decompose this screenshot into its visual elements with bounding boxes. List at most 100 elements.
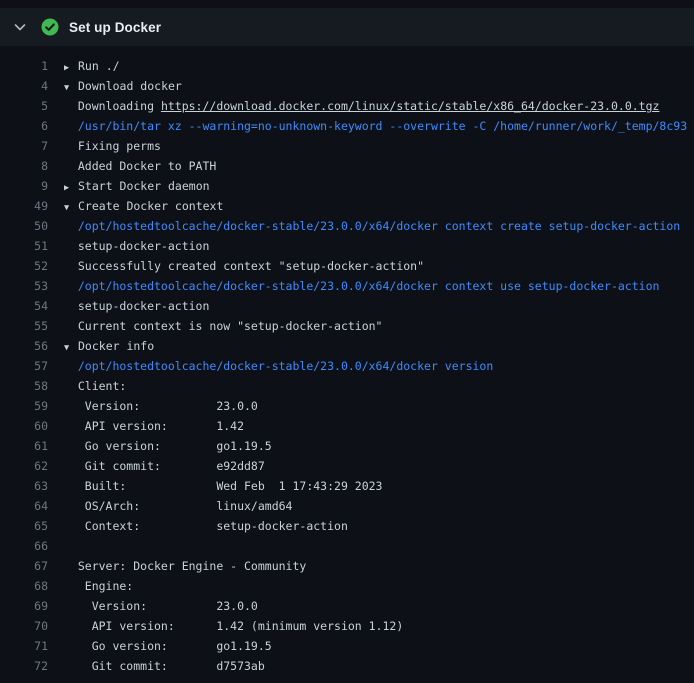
log-line: 1 ▶Run ./ [0, 56, 694, 76]
log-text: setup-docker-action [64, 296, 694, 316]
log-text: Successfully created context "setup-dock… [64, 256, 694, 276]
line-number[interactable]: 61 [0, 436, 48, 456]
log-text-segment: API version: 1.42 (minimum version 1.12) [64, 619, 403, 633]
log-text-segment: setup-docker-action [64, 299, 209, 313]
log-text-segment: Added Docker to PATH [64, 159, 216, 173]
log-text-segment: Download docker [78, 79, 182, 93]
log-text-segment: Built: Wed Feb 1 17:43:29 2023 [64, 479, 383, 493]
line-number[interactable]: 67 [0, 556, 48, 576]
command-text: /usr/bin/tar xz --warning=no-unknown-key… [64, 119, 687, 133]
log-group-toggle[interactable]: ▼Download docker [64, 76, 694, 96]
log-line: 65 Context: setup-docker-action [0, 516, 694, 536]
check-circle-icon [41, 18, 59, 36]
command-text: /opt/hostedtoolcache/docker-stable/23.0.… [64, 279, 659, 293]
log-text: setup-docker-action [64, 236, 694, 256]
line-number[interactable]: 63 [0, 476, 48, 496]
line-number[interactable]: 8 [0, 156, 48, 176]
line-number[interactable]: 51 [0, 236, 48, 256]
line-number[interactable]: 65 [0, 516, 48, 536]
group-arrow-icon[interactable]: ▼ [64, 78, 78, 96]
log-text-segment: Fixing perms [64, 139, 161, 153]
log-line: 55 Current context is now "setup-docker-… [0, 316, 694, 336]
line-number[interactable]: 66 [0, 536, 48, 556]
line-number[interactable]: 69 [0, 596, 48, 616]
log-group-toggle[interactable]: ▶Run ./ [64, 56, 694, 76]
line-number[interactable]: 49 [0, 196, 48, 216]
line-number[interactable]: 9 [0, 176, 48, 196]
group-arrow-icon[interactable]: ▼ [64, 338, 78, 356]
command-text: /opt/hostedtoolcache/docker-stable/23.0.… [64, 359, 493, 373]
group-arrow-icon[interactable]: ▶ [64, 58, 78, 76]
log-text: Downloading https://download.docker.com/… [64, 96, 694, 116]
log-text: Engine: [64, 576, 694, 596]
log-line: 66 [0, 536, 694, 556]
log-text: Go version: go1.19.5 [64, 436, 694, 456]
line-number[interactable]: 52 [0, 256, 48, 276]
line-number[interactable]: 71 [0, 636, 48, 656]
log-line: 63 Built: Wed Feb 1 17:43:29 2023 [0, 476, 694, 496]
log-text-segment: Successfully created context "setup-dock… [64, 259, 424, 273]
log-line: 68 Engine: [0, 576, 694, 596]
log-text-segment: Git commit: d7573ab [64, 659, 265, 673]
log-text: Context: setup-docker-action [64, 516, 694, 536]
log-link[interactable]: https://download.docker.com/linux/static… [161, 99, 660, 113]
log-text: Client: [64, 376, 694, 396]
log-line: 5 Downloading https://download.docker.co… [0, 96, 694, 116]
line-number[interactable]: 68 [0, 576, 48, 596]
log-text: Go version: go1.19.5 [64, 636, 694, 656]
line-number[interactable]: 6 [0, 116, 48, 136]
log-text-segment: Start Docker daemon [78, 179, 210, 193]
line-number[interactable]: 5 [0, 96, 48, 116]
command-text: /opt/hostedtoolcache/docker-stable/23.0.… [64, 219, 680, 233]
chevron-down-icon[interactable] [12, 19, 28, 35]
log-text-segment: Server: Docker Engine - Community [64, 559, 306, 573]
line-number[interactable]: 54 [0, 296, 48, 316]
line-number[interactable]: 60 [0, 416, 48, 436]
line-number[interactable]: 4 [0, 76, 48, 96]
log-line: 52 Successfully created context "setup-d… [0, 256, 694, 276]
group-arrow-icon[interactable]: ▶ [64, 178, 78, 196]
log-line: 6 /usr/bin/tar xz --warning=no-unknown-k… [0, 116, 694, 136]
log-line: 62 Git commit: e92dd87 [0, 456, 694, 476]
log-line: 58 Client: [0, 376, 694, 396]
log-line: 7 Fixing perms [0, 136, 694, 156]
group-arrow-icon[interactable]: ▼ [64, 198, 78, 216]
line-number[interactable]: 55 [0, 316, 48, 336]
line-number[interactable]: 72 [0, 656, 48, 676]
log-lines: 1▶Run ./4▼Download docker5 Downloading h… [0, 46, 694, 676]
line-number[interactable]: 50 [0, 216, 48, 236]
log-text-segment: setup-docker-action [64, 239, 209, 253]
log-line: 61 Go version: go1.19.5 [0, 436, 694, 456]
log-text: Git commit: e92dd87 [64, 456, 694, 476]
line-number[interactable]: 56 [0, 336, 48, 356]
log-line: 70 API version: 1.42 (minimum version 1.… [0, 616, 694, 636]
line-number[interactable]: 62 [0, 456, 48, 476]
log-text-segment: Downloading [64, 99, 161, 113]
line-number[interactable]: 64 [0, 496, 48, 516]
step-header[interactable]: Set up Docker [0, 8, 694, 46]
actions-log-panel: Set up Docker 1▶Run ./4▼Download docker5… [0, 8, 694, 676]
line-number[interactable]: 58 [0, 376, 48, 396]
log-text: Current context is now "setup-docker-act… [64, 316, 694, 336]
log-text: Git commit: d7573ab [64, 656, 694, 676]
log-group-toggle[interactable]: ▶Start Docker daemon [64, 176, 694, 196]
log-text: /usr/bin/tar xz --warning=no-unknown-key… [64, 116, 694, 136]
log-text: /opt/hostedtoolcache/docker-stable/23.0.… [64, 356, 694, 376]
log-text-segment: Git commit: e92dd87 [64, 459, 265, 473]
log-group-toggle[interactable]: ▼Create Docker context [64, 196, 694, 216]
line-number[interactable]: 7 [0, 136, 48, 156]
log-text: API version: 1.42 (minimum version 1.12) [64, 616, 694, 636]
line-number[interactable]: 53 [0, 276, 48, 296]
line-number[interactable]: 57 [0, 356, 48, 376]
line-number[interactable]: 59 [0, 396, 48, 416]
log-text: /opt/hostedtoolcache/docker-stable/23.0.… [64, 276, 694, 296]
log-text-segment: OS/Arch: linux/amd64 [64, 499, 292, 513]
line-number[interactable]: 1 [0, 56, 48, 76]
log-line: 64 OS/Arch: linux/amd64 [0, 496, 694, 516]
log-text-segment: Engine: [64, 579, 133, 593]
line-number[interactable]: 70 [0, 616, 48, 636]
log-group-toggle[interactable]: ▼Docker info [64, 336, 694, 356]
log-text-segment: Go version: go1.19.5 [64, 639, 272, 653]
log-line: 51 setup-docker-action [0, 236, 694, 256]
log-text-segment: Context: setup-docker-action [64, 519, 348, 533]
